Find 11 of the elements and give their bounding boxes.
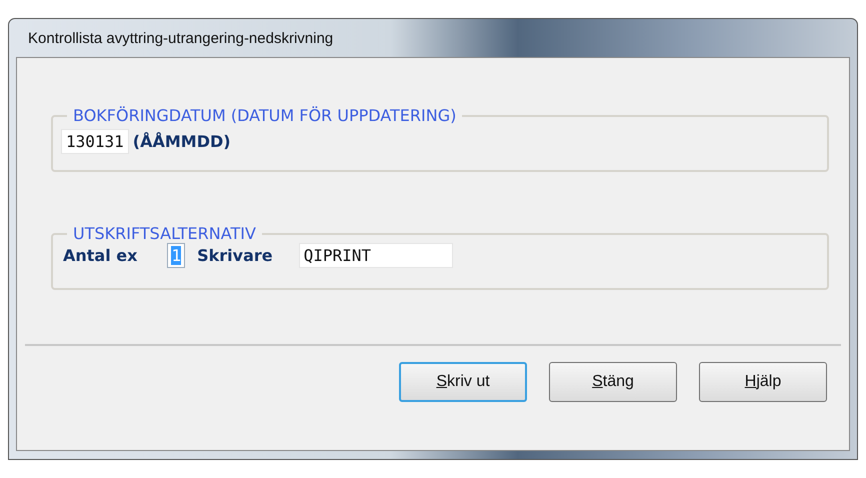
dialog-button[interactable]: Stäng <box>549 362 677 402</box>
dialog-button[interactable]: Skriv ut <box>399 362 527 402</box>
date-field[interactable]: 130131 <box>61 129 129 154</box>
format-hint: (ÅÅMMDD) <box>132 132 231 151</box>
group-title: BOKFÖRINGDATUM (DATUM FÖR UPPDATERING) <box>72 106 458 125</box>
printer-field[interactable]: QIPRINT <box>298 243 453 268</box>
dialog-button[interactable]: Hjälp <box>699 362 827 402</box>
group-title: UTSKRIFTSALTERNATIV <box>72 224 257 243</box>
window-title: Kontrollista avyttring-utrangering-nedskrivning <box>27 28 334 48</box>
copies-label: Antal ex <box>63 246 138 265</box>
printer-label: Skrivare <box>197 246 273 265</box>
